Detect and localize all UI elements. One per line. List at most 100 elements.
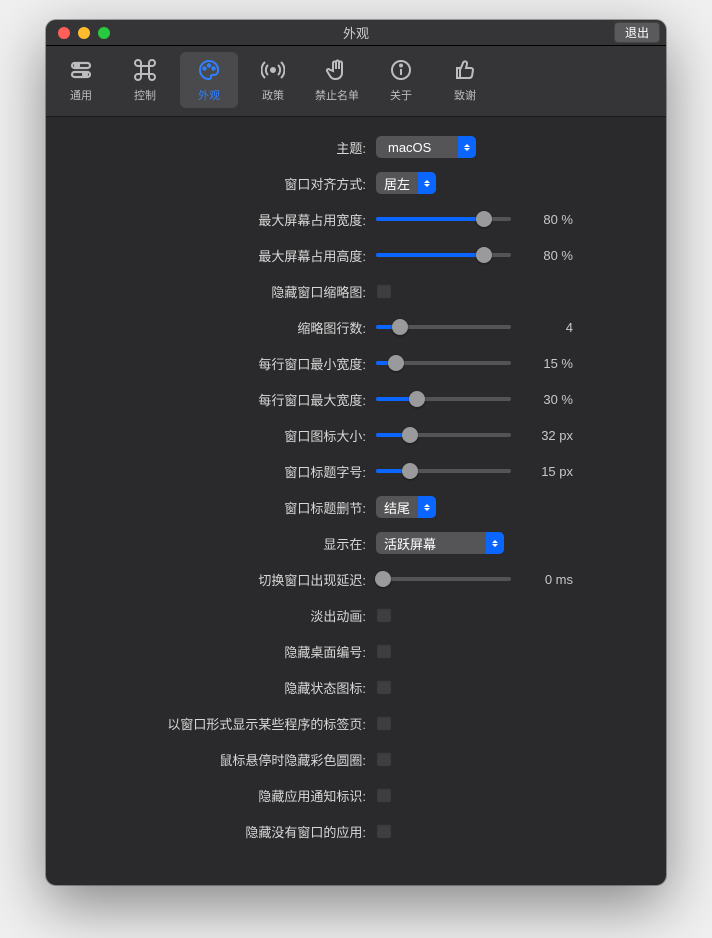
settings-pane: 主题: macOS 窗口对齐方式: 居左 最大屏幕占用宽度: 8 <box>46 117 666 885</box>
max-height-label: 最大屏幕占用高度: <box>76 246 376 265</box>
hide-desk-num-label: 隐藏桌面编号: <box>76 642 376 661</box>
titlebar: 外观 退出 <box>46 20 666 46</box>
row-window-align: 窗口对齐方式: 居左 <box>76 171 636 195</box>
thumb-rows-label: 缩略图行数: <box>76 318 376 337</box>
window-align-label: 窗口对齐方式: <box>76 174 376 193</box>
row-thumb-rows: 缩略图行数: 4 <box>76 315 636 339</box>
tab-acknowledgements[interactable]: 致谢 <box>436 52 494 108</box>
row-max-height: 最大屏幕占用高度: 80 % <box>76 243 636 267</box>
title-trunc-select[interactable]: 结尾 <box>376 496 436 518</box>
row-fade-anim: 淡出动画: <box>76 603 636 627</box>
broadcast-icon <box>260 57 286 83</box>
row-hide-no-window-app: 隐藏没有窗口的应用: <box>76 819 636 843</box>
hide-hover-circle-label: 鼠标悬停时隐藏彩色圆圈: <box>76 750 376 769</box>
icon-size-slider[interactable] <box>376 433 511 437</box>
tab-label: 政策 <box>262 87 284 103</box>
traffic-lights <box>46 27 110 39</box>
row-title-trunc: 窗口标题删节: 结尾 <box>76 495 636 519</box>
row-hide-thumb: 隐藏窗口缩略图: <box>76 279 636 303</box>
hide-status-icon-checkbox[interactable] <box>376 679 392 695</box>
row-max-w-label: 每行窗口最大宽度: <box>76 390 376 409</box>
thumbs-up-icon <box>452 57 478 83</box>
icon-size-value: 32 px <box>523 428 573 443</box>
hide-desk-num-checkbox[interactable] <box>376 643 392 659</box>
zoom-window-button[interactable] <box>98 27 110 39</box>
title-size-value: 15 px <box>523 464 573 479</box>
chevron-updown-icon <box>418 496 436 518</box>
hide-hover-circle-checkbox[interactable] <box>376 751 392 767</box>
close-window-button[interactable] <box>58 27 70 39</box>
hide-no-window-app-label: 隐藏没有窗口的应用: <box>76 822 376 841</box>
hide-status-icon-label: 隐藏状态图标: <box>76 678 376 697</box>
title-trunc-label: 窗口标题删节: <box>76 498 376 517</box>
row-max-w-slider[interactable] <box>376 397 511 401</box>
tabs-as-windows-checkbox[interactable] <box>376 715 392 731</box>
theme-select[interactable]: macOS <box>376 136 476 158</box>
row-title-size: 窗口标题字号: 15 px <box>76 459 636 483</box>
show-on-label: 显示在: <box>76 534 376 553</box>
window-title: 外观 <box>46 23 666 42</box>
fade-anim-label: 淡出动画: <box>76 606 376 625</box>
switch-delay-slider[interactable] <box>376 577 511 581</box>
row-icon-size: 窗口图标大小: 32 px <box>76 423 636 447</box>
tab-label: 禁止名单 <box>315 87 359 103</box>
row-min-w-label: 每行窗口最小宽度: <box>76 354 376 373</box>
tab-label: 控制 <box>134 87 156 103</box>
max-height-value: 80 % <box>523 248 573 263</box>
switch-delay-label: 切换窗口出现延迟: <box>76 570 376 589</box>
max-width-value: 80 % <box>523 212 573 227</box>
hide-no-window-app-checkbox[interactable] <box>376 823 392 839</box>
chevron-updown-icon <box>458 136 476 158</box>
row-switch-delay: 切换窗口出现延迟: 0 ms <box>76 567 636 591</box>
max-width-slider[interactable] <box>376 217 511 221</box>
tabs-as-windows-label: 以窗口形式显示某些程序的标签页: <box>76 714 376 733</box>
max-height-slider[interactable] <box>376 253 511 257</box>
row-hide-status-icon: 隐藏状态图标: <box>76 675 636 699</box>
command-icon <box>132 57 158 83</box>
thumb-rows-slider[interactable] <box>376 325 511 329</box>
fade-anim-checkbox[interactable] <box>376 607 392 623</box>
hide-notif-badge-checkbox[interactable] <box>376 787 392 803</box>
toolbar: 通用 控制 外观 政策 禁止名单 <box>46 46 666 117</box>
info-icon <box>388 57 414 83</box>
row-hide-desk-num: 隐藏桌面编号: <box>76 639 636 663</box>
show-on-select[interactable]: 活跃屏幕 <box>376 532 504 554</box>
tab-label: 致谢 <box>454 87 476 103</box>
row-min-w: 每行窗口最小宽度: 15 % <box>76 351 636 375</box>
row-max-w-value: 30 % <box>523 392 573 407</box>
row-max-width: 最大屏幕占用宽度: 80 % <box>76 207 636 231</box>
hand-icon <box>324 57 350 83</box>
sliders-icon <box>68 57 94 83</box>
tab-policies[interactable]: 政策 <box>244 52 302 108</box>
row-min-w-value: 15 % <box>523 356 573 371</box>
row-hide-hover-circle: 鼠标悬停时隐藏彩色圆圈: <box>76 747 636 771</box>
tab-label: 外观 <box>198 87 220 103</box>
title-size-slider[interactable] <box>376 469 511 473</box>
tab-label: 关于 <box>390 87 412 103</box>
theme-label: 主题: <box>76 138 376 157</box>
thumb-rows-value: 4 <box>523 320 573 335</box>
window-align-select[interactable]: 居左 <box>376 172 436 194</box>
chevron-updown-icon <box>486 532 504 554</box>
switch-delay-value: 0 ms <box>523 572 573 587</box>
icon-size-label: 窗口图标大小: <box>76 426 376 445</box>
tab-blocklist[interactable]: 禁止名单 <box>308 52 366 108</box>
minimize-window-button[interactable] <box>78 27 90 39</box>
tab-controls[interactable]: 控制 <box>116 52 174 108</box>
row-min-w-slider[interactable] <box>376 361 511 365</box>
row-show-on: 显示在: 活跃屏幕 <box>76 531 636 555</box>
tab-general[interactable]: 通用 <box>52 52 110 108</box>
row-theme: 主题: macOS <box>76 135 636 159</box>
chevron-updown-icon <box>418 172 436 194</box>
row-tabs-as-windows: 以窗口形式显示某些程序的标签页: <box>76 711 636 735</box>
palette-icon <box>196 57 222 83</box>
tab-appearance[interactable]: 外观 <box>180 52 238 108</box>
tab-label: 通用 <box>70 87 92 103</box>
exit-button[interactable]: 退出 <box>614 22 660 43</box>
max-width-label: 最大屏幕占用宽度: <box>76 210 376 229</box>
row-max-w: 每行窗口最大宽度: 30 % <box>76 387 636 411</box>
hide-thumb-checkbox[interactable] <box>376 283 392 299</box>
preferences-window: 外观 退出 通用 控制 外观 政策 <box>46 20 666 885</box>
title-size-label: 窗口标题字号: <box>76 462 376 481</box>
tab-about[interactable]: 关于 <box>372 52 430 108</box>
